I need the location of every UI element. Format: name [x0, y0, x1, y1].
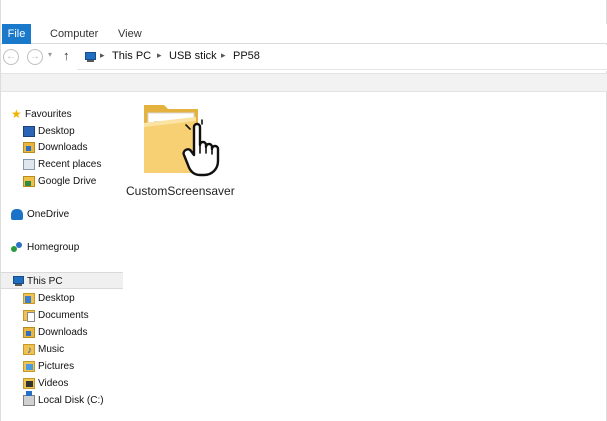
navigation-pane: ★ Favourites Desktop Downloads Recent pl… [1, 93, 123, 421]
tab-view[interactable]: View [118, 24, 142, 44]
up-arrow-icon[interactable]: ↑ [63, 48, 70, 64]
nav-this-pc-music[interactable]: Music [1, 341, 123, 359]
tab-file[interactable]: File [2, 24, 31, 44]
breadcrumb-separator-icon[interactable]: ▸ [100, 50, 105, 61]
tab-computer[interactable]: Computer [50, 24, 98, 44]
google-drive-folder-icon [23, 176, 35, 187]
this-pc-icon [82, 52, 96, 63]
content-area: CustomScreensaver [124, 93, 607, 421]
address-bar-row: ← → ▾ ↑ ▸ This PC ▸ USB stick ▸ PP58 [1, 45, 607, 71]
nav-favourites[interactable]: ★ Favourites [1, 106, 123, 123]
downloads-folder-icon [23, 142, 35, 153]
nav-this-pc-documents[interactable]: Documents [1, 307, 123, 324]
ribbon-tab-bar: File Computer View [1, 24, 607, 44]
desktop-folder-icon [23, 293, 35, 304]
downloads-folder-icon [23, 327, 35, 338]
nav-favourites-recent-places[interactable]: Recent places [1, 156, 123, 173]
documents-folder-icon [23, 310, 35, 322]
nav-onedrive-label: OneDrive [27, 209, 70, 220]
recent-places-icon [23, 159, 35, 170]
nav-this-pc-label: This PC [27, 276, 63, 287]
breadcrumb-pp58[interactable]: PP58 [233, 50, 260, 62]
address-bar-underline [77, 69, 607, 70]
nav-item-label: Downloads [38, 327, 88, 338]
nav-item-label: Music [38, 344, 65, 355]
nav-item-label: Local Disk (C:) [38, 395, 104, 406]
folder-item[interactable]: CustomScreensaver [124, 93, 249, 203]
nav-item-label: Downloads [38, 142, 88, 153]
nav-item-label: Recent places [38, 159, 102, 170]
nav-this-pc-downloads[interactable]: Downloads [1, 324, 123, 341]
nav-item-label: Desktop [38, 126, 75, 137]
music-folder-icon [23, 342, 35, 359]
hand-pointer-icon [182, 119, 220, 177]
nav-favourites-desktop[interactable]: Desktop [1, 123, 123, 140]
breadcrumb-separator-icon[interactable]: ▸ [221, 50, 226, 61]
nav-homegroup[interactable]: Homegroup [1, 239, 123, 256]
nav-this-pc-videos[interactable]: Videos [1, 375, 123, 392]
local-disk-icon [23, 391, 35, 406]
back-arrow-icon[interactable]: ← [3, 49, 19, 65]
nav-favourites-label: Favourites [25, 109, 72, 120]
folder-name-label: CustomScreensaver [126, 184, 235, 198]
nav-onedrive[interactable]: OneDrive [1, 206, 123, 223]
recent-locations-chevron-icon[interactable]: ▾ [48, 50, 52, 59]
star-icon: ★ [11, 107, 22, 121]
column-header-band [1, 73, 607, 92]
desktop-icon [23, 126, 35, 137]
nav-this-pc[interactable]: This PC [1, 272, 123, 289]
onedrive-cloud-icon [11, 209, 23, 220]
breadcrumb-separator-icon[interactable]: ▸ [157, 50, 162, 61]
nav-this-pc-pictures[interactable]: Pictures [1, 358, 123, 375]
breadcrumb-usb-stick[interactable]: USB stick [169, 50, 217, 62]
nav-this-pc-local-disk[interactable]: Local Disk (C:) [1, 391, 123, 409]
breadcrumb-this-pc[interactable]: This PC [112, 50, 151, 62]
this-pc-icon [11, 276, 24, 287]
file-explorer-window: File Computer View ← → ▾ ↑ ▸ This PC ▸ U… [0, 0, 607, 421]
nav-item-label: Pictures [38, 361, 75, 372]
pictures-folder-icon [23, 361, 35, 372]
videos-folder-icon [23, 378, 35, 389]
nav-this-pc-desktop[interactable]: Desktop [1, 290, 123, 307]
nav-item-label: Videos [38, 378, 69, 389]
nav-favourites-google-drive[interactable]: Google Drive [1, 173, 123, 190]
nav-homegroup-label: Homegroup [27, 242, 80, 253]
forward-arrow-icon[interactable]: → [27, 49, 43, 65]
nav-item-label: Documents [38, 310, 89, 321]
nav-item-label: Google Drive [38, 176, 97, 187]
homegroup-icon [11, 242, 23, 253]
nav-favourites-downloads[interactable]: Downloads [1, 139, 123, 156]
nav-item-label: Desktop [38, 293, 75, 304]
